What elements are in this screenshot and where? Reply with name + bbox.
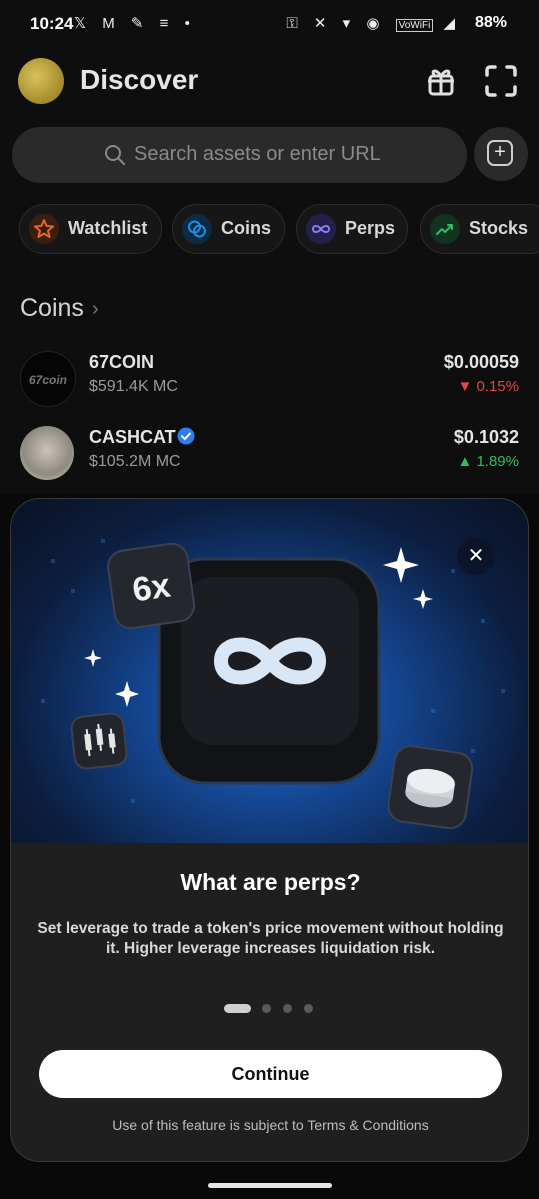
perps-modal: 6x ✕ What are perps? Set leverage to tra… <box>10 498 529 1162</box>
status-bar: 10:24 𝕏 M ✎ ≡ • ⚿ ✕ ▾ ◉ VoWiFi ◢ 88% <box>0 0 539 48</box>
perps-hero-illustration: 6x <box>11 499 528 843</box>
infinity-icon <box>306 214 336 244</box>
battery-level: 88% <box>474 14 507 31</box>
chip-label: Coins <box>221 218 272 238</box>
chip-coins[interactable]: Coins <box>172 204 285 254</box>
list-item[interactable]: 67coin 67COIN $591.4K MC $0.00059 ▼ 0.15… <box>0 345 539 415</box>
section-title-coins[interactable]: Coins <box>20 294 84 323</box>
gift-button[interactable] <box>422 62 460 100</box>
page-dot-active <box>224 1004 251 1013</box>
list-item[interactable]: CASHCAT $105.2M MC $0.1032 ▲ 1.89% <box>0 420 539 490</box>
system-icons: ⚿ ✕ ▾ ◉ VoWiFi ◢ <box>286 15 461 32</box>
modal-title: What are perps? <box>180 869 361 895</box>
coin-logo <box>20 426 74 480</box>
add-tab-button[interactable]: + <box>474 127 528 181</box>
page-dot <box>283 1004 292 1013</box>
scan-icon <box>485 65 517 97</box>
notification-icons: 𝕏 M ✎ ≡ • <box>74 15 196 32</box>
coin-price: $0.1032 <box>453 427 519 447</box>
svg-text:67coin: 67coin <box>29 373 67 387</box>
page-indicator <box>224 1004 324 1014</box>
chip-label: Stocks <box>469 218 529 238</box>
gift-icon <box>428 69 454 96</box>
perps-illustration: 6x <box>41 539 505 830</box>
page-title: Discover <box>80 64 199 95</box>
avatar[interactable] <box>18 58 64 104</box>
home-indicator[interactable] <box>208 1183 332 1188</box>
modal-description: Set leverage to trade a token's price mo… <box>37 920 504 957</box>
leverage-badge: 6x <box>130 567 173 610</box>
page-dot <box>304 1004 313 1013</box>
close-icon: ✕ <box>467 545 485 567</box>
caret-down-icon: ▼ <box>457 378 477 395</box>
chip-label: Perps <box>345 218 396 238</box>
trend-up-icon <box>430 214 460 244</box>
chip-label: Watchlist <box>68 218 148 238</box>
plus-icon: + <box>487 140 513 166</box>
coin-market-cap: $591.4K MC <box>89 378 178 395</box>
search-icon <box>105 145 125 165</box>
search-placeholder: Search assets or enter URL <box>134 143 381 165</box>
continue-button[interactable]: Continue <box>39 1050 502 1098</box>
coin-logo: 67coin <box>20 351 76 407</box>
coin-name: 67COIN <box>89 352 155 372</box>
chip-watchlist[interactable]: Watchlist <box>19 204 162 254</box>
close-button[interactable]: ✕ <box>457 537 495 575</box>
chip-stocks[interactable]: Stocks <box>420 204 539 254</box>
coin-market-cap: $105.2M MC <box>89 453 181 470</box>
caret-up-icon: ▲ <box>457 453 477 470</box>
coin-name: CASHCAT <box>89 427 176 447</box>
coin-change-value: 1.89% <box>476 453 519 470</box>
page-dot <box>262 1004 271 1013</box>
coin-price: $0.00059 <box>443 352 519 372</box>
vowifi-label: VoWiFi <box>395 19 434 32</box>
chevron-right-icon[interactable]: › <box>92 298 99 321</box>
chip-perps[interactable]: Perps <box>296 204 408 254</box>
terms-link[interactable]: Use of this feature is subject to Terms … <box>11 1117 528 1133</box>
star-icon <box>29 214 59 244</box>
search-input[interactable]: Search assets or enter URL <box>12 127 467 183</box>
verified-icon <box>177 427 195 445</box>
status-time: 10:24 <box>30 14 74 33</box>
coin-change-value: 0.15% <box>476 378 519 395</box>
coin-change: ▲ 1.89% <box>457 453 519 470</box>
coin-change: ▼ 0.15% <box>457 378 519 395</box>
scan-button[interactable] <box>482 62 520 100</box>
coins-icon <box>182 214 212 244</box>
